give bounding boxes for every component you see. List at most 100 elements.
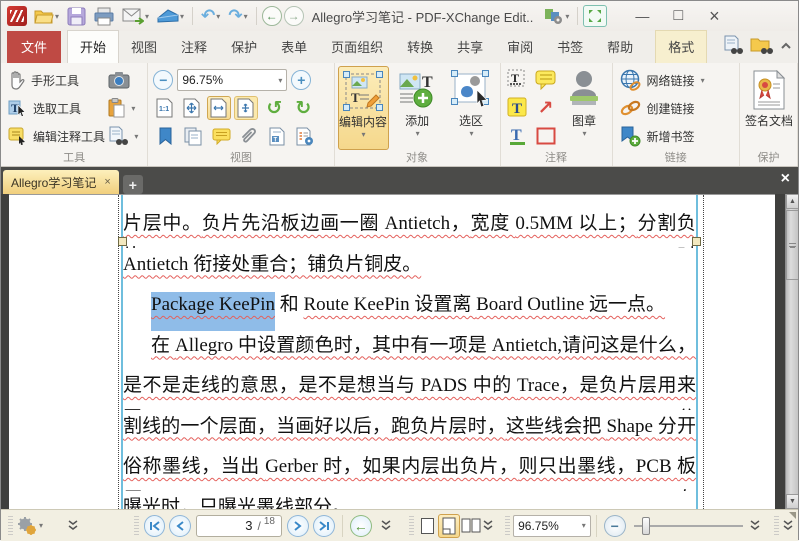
tab-convert[interactable]: 转换 <box>395 31 445 63</box>
separator <box>595 514 597 537</box>
minimize-button[interactable]: — <box>625 3 659 29</box>
text-run: 负片先沿板边画一圈 <box>201 213 385 234</box>
zoom-slider[interactable] <box>633 516 744 535</box>
status-zoom-out-button[interactable]: − <box>603 514 626 537</box>
more-status-buttons[interactable] <box>782 519 794 532</box>
document-tab[interactable]: Allegro学习笔记 × <box>3 170 119 194</box>
bookmarks-pane-button[interactable] <box>153 124 177 148</box>
underline-text-button[interactable]: T <box>506 124 530 148</box>
highlight-text-button[interactable]: T <box>506 96 530 120</box>
more-view-buttons[interactable] <box>380 519 392 532</box>
properties-pane-button[interactable] <box>293 124 317 148</box>
previous-page-button[interactable] <box>169 514 192 537</box>
pdf-page[interactable]: 片层中。负片先沿板边画一圈 Antietch，宽度 0.5MM 以上；分割负片时… <box>9 194 775 509</box>
next-page-button[interactable] <box>286 514 309 537</box>
tab-share[interactable]: 共享 <box>445 31 495 63</box>
zoom-level-combo[interactable]: 96.75% ▾ <box>177 69 288 91</box>
vertical-scrollbar[interactable]: ▲ ▼ <box>785 194 798 509</box>
scrollbar-thumb[interactable] <box>786 210 798 280</box>
scan-button[interactable]: ▾ <box>154 3 187 29</box>
redo-button[interactable]: ↷ ▾ <box>225 3 250 29</box>
selection-button[interactable]: 选区 ▾ <box>446 66 497 150</box>
add-bookmark-button[interactable]: 新增书签 <box>616 122 736 150</box>
resize-handle-left[interactable] <box>118 237 127 246</box>
tab-form[interactable]: 表单 <box>269 31 319 63</box>
arrow-annotation-button[interactable]: ↗ <box>534 96 558 120</box>
search-document-button[interactable] <box>722 35 744 57</box>
stamp-button[interactable]: 图章 ▾ <box>560 66 609 150</box>
close-document-button[interactable]: × <box>781 170 790 188</box>
select-tool-button[interactable]: T 选取工具 <box>4 94 108 122</box>
last-page-button[interactable] <box>312 514 335 537</box>
edit-annot-tool-button[interactable]: 编辑注释工具 <box>4 122 108 150</box>
two-page-button[interactable] <box>460 514 482 538</box>
tab-protect[interactable]: 保护 <box>219 31 269 63</box>
expand-toolbar-button[interactable] <box>67 519 79 532</box>
zoom-in-button[interactable]: + <box>291 70 312 90</box>
more-zoom-buttons[interactable] <box>749 519 761 532</box>
single-page-button[interactable] <box>417 514 439 538</box>
find-button[interactable]: ▾ <box>108 122 144 150</box>
previous-view-button[interactable]: ← <box>349 514 372 537</box>
typewriter-button[interactable]: T <box>506 68 530 92</box>
scroll-down-button[interactable]: ▼ <box>786 494 798 509</box>
tab-comment[interactable]: 注释 <box>169 31 219 63</box>
new-tab-button[interactable]: + <box>122 175 143 194</box>
options-menu-button[interactable]: ▾ <box>16 516 43 536</box>
print-button[interactable] <box>91 3 117 29</box>
forward-button[interactable]: → <box>283 6 304 26</box>
continuous-page-button[interactable] <box>438 513 461 538</box>
fullscreen-button[interactable] <box>583 5 608 27</box>
back-button[interactable]: ← <box>261 6 282 26</box>
tab-help[interactable]: 帮助 <box>595 31 645 63</box>
zoom-out-button[interactable]: − <box>153 70 174 90</box>
create-link-button[interactable]: 创建链接 <box>616 94 736 122</box>
fit-visible-button[interactable] <box>234 96 259 120</box>
paste-button[interactable]: ▾ <box>108 94 144 122</box>
undo-button[interactable]: ↶ ▾ <box>198 3 223 29</box>
fit-page-button[interactable] <box>180 96 204 120</box>
rectangle-annotation-button[interactable] <box>534 124 558 148</box>
email-button[interactable]: ▾ <box>119 3 152 29</box>
web-link-button[interactable]: 网络链接 ▾ <box>616 66 736 94</box>
rotate-ccw-button[interactable]: ↺ <box>261 96 287 120</box>
actual-size-button[interactable]: 1:1 <box>153 96 177 120</box>
scroll-up-button[interactable]: ▲ <box>786 194 798 209</box>
tab-review[interactable]: 审阅 <box>495 31 545 63</box>
hand-tool-button[interactable]: 手形工具 <box>4 66 108 94</box>
page-number-field[interactable]: 3 / 18 <box>196 514 282 537</box>
rotate-cw-button[interactable]: ↻ <box>290 96 316 120</box>
thumbnails-pane-button[interactable] <box>181 124 205 148</box>
more-layout-buttons[interactable] <box>482 519 494 532</box>
group-view: − 96.75% ▾ + 1:1 ↺ ↻ T 视图 <box>148 63 335 166</box>
caret-down-icon: ▾ <box>243 11 248 21</box>
fields-pane-button[interactable]: T <box>265 124 289 148</box>
status-zoom-combo[interactable]: 96.75% ▾ <box>513 514 591 537</box>
edit-content-button[interactable]: T 编辑内容 ▾ <box>337 66 389 150</box>
comments-pane-button[interactable] <box>209 124 233 148</box>
add-object-button[interactable]: T 添加 ▾ <box>392 66 443 150</box>
zoom-slider-handle[interactable] <box>641 516 650 535</box>
attachments-pane-button[interactable] <box>237 124 261 148</box>
tab-file[interactable]: 文件 <box>7 31 62 63</box>
open-file-button[interactable]: ▾ <box>31 3 62 29</box>
resize-handle-right[interactable] <box>692 237 701 246</box>
close-button[interactable]: × <box>697 3 731 29</box>
fit-width-button[interactable] <box>207 96 232 120</box>
sign-document-button[interactable]: 签名文档 <box>743 66 795 150</box>
maximize-button[interactable]: □ <box>661 3 695 29</box>
tab-view[interactable]: 视图 <box>119 31 169 63</box>
tab-close-icon[interactable]: × <box>104 176 110 188</box>
session-button[interactable]: ▾ <box>541 3 572 29</box>
first-page-button[interactable] <box>143 514 166 537</box>
tab-format[interactable]: 格式 <box>655 30 708 63</box>
snapshot-button[interactable] <box>108 66 144 94</box>
save-button[interactable] <box>64 3 89 29</box>
tab-organize[interactable]: 页面组织 <box>319 31 395 63</box>
collapse-ribbon-button[interactable] <box>780 41 792 51</box>
tab-bookmarks[interactable]: 书签 <box>545 31 595 63</box>
sticky-note-button[interactable] <box>534 68 558 92</box>
tab-home[interactable]: 开始 <box>67 30 120 63</box>
search-folder-button[interactable] <box>750 35 774 57</box>
caret-down-icon: ▾ <box>581 521 586 530</box>
